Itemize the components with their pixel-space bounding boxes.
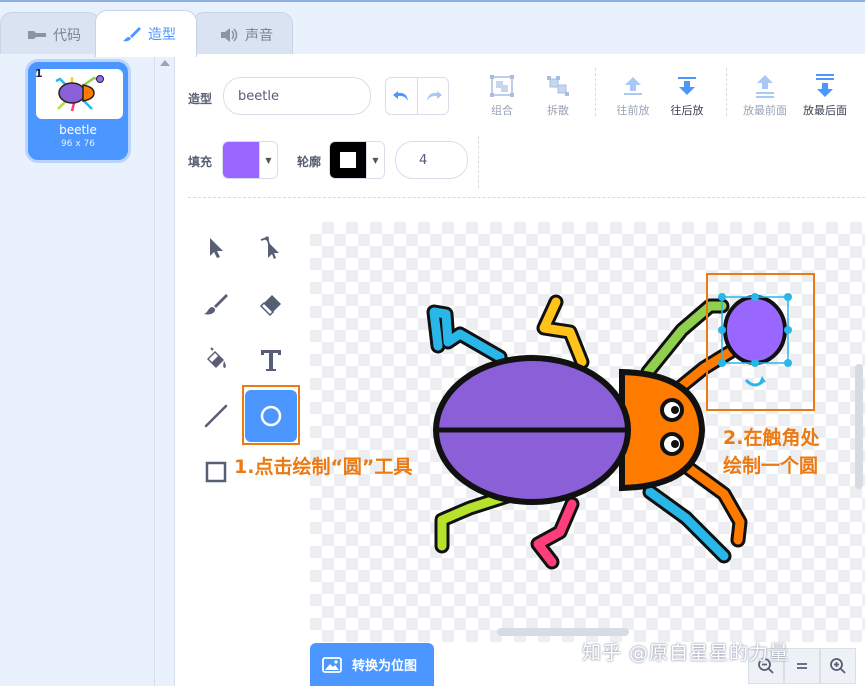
toolbar-divider (478, 136, 479, 188)
outline-dropdown-icon: ▼ (366, 142, 384, 178)
antenna-circle-highlight (706, 273, 815, 411)
backward-button[interactable]: 往后放 (657, 73, 717, 118)
costume-name-input[interactable]: beetle (223, 77, 371, 115)
eraser-tool[interactable] (245, 278, 297, 330)
brush-icon (123, 27, 141, 42)
editor-tab-bar: 代码 造型 声音 (0, 0, 865, 57)
toolbar-divider (595, 68, 596, 116)
back-button[interactable]: 放最后面 (795, 73, 855, 118)
fill-color-picker[interactable]: ▼ (222, 141, 278, 179)
circle-tool-highlight (242, 385, 300, 445)
backward-label: 往后放 (670, 104, 704, 117)
redo-icon (427, 91, 442, 101)
outline-color-swatch (330, 142, 366, 178)
costume-list-scrollbar[interactable] (155, 54, 175, 686)
reshape-tool[interactable] (245, 222, 297, 274)
brush-tool[interactable] (190, 278, 242, 330)
convert-to-bitmap-button[interactable]: 转换为位图 (310, 643, 434, 686)
group-label: 组合 (491, 104, 513, 117)
line-icon (204, 404, 228, 428)
undo-button[interactable] (386, 78, 417, 114)
brush-icon (204, 294, 228, 315)
tab-code-label: 代码 (53, 27, 81, 44)
outline-width-value: 4 (419, 152, 428, 168)
toolbar-bottom-divider (188, 197, 865, 198)
zoom-reset-button[interactable] (784, 648, 820, 684)
watermark-text: 知乎 @原自星星的力量 (582, 642, 790, 664)
fill-dropdown-icon: ▼ (259, 142, 277, 178)
front-button[interactable]: 放最前面 (735, 73, 795, 118)
costume-name-value: beetle (238, 88, 279, 104)
annotation-step2-line1: 2.在触角处 (723, 427, 820, 449)
backward-arrow-icon (678, 77, 696, 95)
undo-redo-group (385, 77, 449, 115)
reshape-icon (260, 236, 279, 259)
forward-label: 往前放 (616, 104, 650, 117)
tab-code[interactable]: 代码 (0, 12, 100, 56)
send-to-back-icon (816, 74, 834, 97)
fill-label: 填充 (188, 155, 213, 169)
redo-button[interactable] (417, 78, 448, 114)
tab-costumes[interactable]: 造型 (95, 10, 197, 57)
annotation-step2-line2: 绘制一个圆 (723, 455, 819, 477)
tab-sounds[interactable]: 声音 (192, 12, 293, 56)
select-arrow-icon (210, 238, 223, 258)
ungroup-button[interactable]: 拆散 (528, 73, 588, 118)
ungroup-label: 拆散 (547, 104, 569, 117)
costume-name-label: 造型 (188, 92, 213, 106)
costume-name: beetle (59, 123, 97, 137)
outline-width-input[interactable]: 4 (395, 141, 468, 179)
group-button[interactable]: 组合 (472, 73, 532, 118)
text-tool[interactable] (245, 334, 297, 386)
outline-label: 轮廓 (297, 155, 322, 169)
fill-bucket-icon (207, 347, 226, 368)
annotation-step2: 2.在触角处 绘制一个圆 (723, 424, 819, 480)
text-icon (261, 350, 281, 371)
eraser-icon (259, 295, 281, 316)
image-icon (322, 656, 342, 673)
line-tool[interactable] (190, 390, 242, 442)
select-tool[interactable] (190, 222, 242, 274)
back-label: 放最后面 (803, 104, 847, 117)
front-label: 放最前面 (743, 104, 787, 117)
zoom-in-button[interactable] (820, 648, 856, 684)
costume-size: 96 x 76 (61, 139, 95, 149)
tab-sounds-label: 声音 (245, 27, 273, 44)
canvas-horizontal-scrollbar[interactable] (497, 628, 629, 636)
speaker-icon (221, 27, 238, 42)
zoom-reset-icon (797, 663, 807, 669)
forward-button[interactable]: 往前放 (603, 73, 663, 118)
fill-color-swatch (223, 142, 259, 178)
code-blocks-icon (28, 30, 46, 39)
scroll-up-arrow-icon[interactable] (160, 60, 170, 66)
costume-thumbnail (36, 69, 123, 119)
fill-tool[interactable] (190, 334, 242, 386)
costume-number: 1 (35, 67, 43, 80)
forward-arrow-icon (624, 77, 642, 95)
beetle-thumbnail-icon (55, 75, 104, 112)
annotation-step1: 1.点击绘制“圆”工具 (234, 456, 413, 478)
bring-to-front-icon (756, 75, 774, 98)
ungroup-icon (547, 76, 569, 96)
canvas-vertical-scrollbar[interactable] (855, 364, 863, 489)
rectangle-icon (205, 461, 227, 483)
tab-costumes-label: 造型 (148, 27, 176, 43)
undo-icon (392, 91, 408, 101)
convert-to-bitmap-label: 转换为位图 (352, 659, 418, 674)
zoom-in-icon (830, 658, 846, 674)
toolbar-divider (726, 68, 727, 116)
costume-item-beetle[interactable]: 1 beetle 96 x 76 (28, 62, 128, 160)
group-icon (490, 75, 514, 97)
outline-color-picker[interactable]: ▼ (329, 141, 385, 179)
